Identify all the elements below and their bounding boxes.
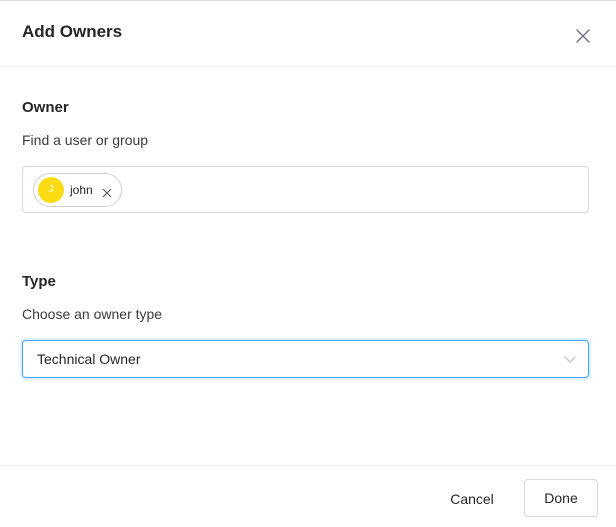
owner-type-value: Technical Owner	[37, 351, 141, 367]
owner-type-select[interactable]: Technical Owner	[22, 340, 589, 378]
owner-sublabel: Find a user or group	[22, 132, 149, 148]
close-icon	[102, 188, 112, 198]
tag-remove-button[interactable]	[102, 185, 112, 198]
type-label: Type	[22, 273, 56, 290]
close-icon	[576, 29, 590, 43]
owner-search-input[interactable]: J john	[22, 166, 589, 213]
add-owners-modal: Add Owners Owner Find a user or group J …	[0, 0, 616, 527]
modal-footer: Cancel Done	[0, 465, 616, 527]
done-button[interactable]: Done	[524, 479, 598, 517]
cancel-button[interactable]: Cancel	[436, 486, 508, 512]
owner-label: Owner	[22, 99, 69, 116]
modal-title: Add Owners	[22, 22, 123, 41]
chevron-down-icon	[564, 356, 576, 363]
type-sublabel: Choose an owner type	[22, 306, 163, 322]
owner-tag-john: J john	[33, 173, 122, 207]
owner-tag-label: john	[70, 183, 93, 197]
close-button[interactable]	[574, 27, 592, 45]
modal-header: Add Owners	[0, 1, 616, 67]
avatar: J	[38, 177, 64, 203]
